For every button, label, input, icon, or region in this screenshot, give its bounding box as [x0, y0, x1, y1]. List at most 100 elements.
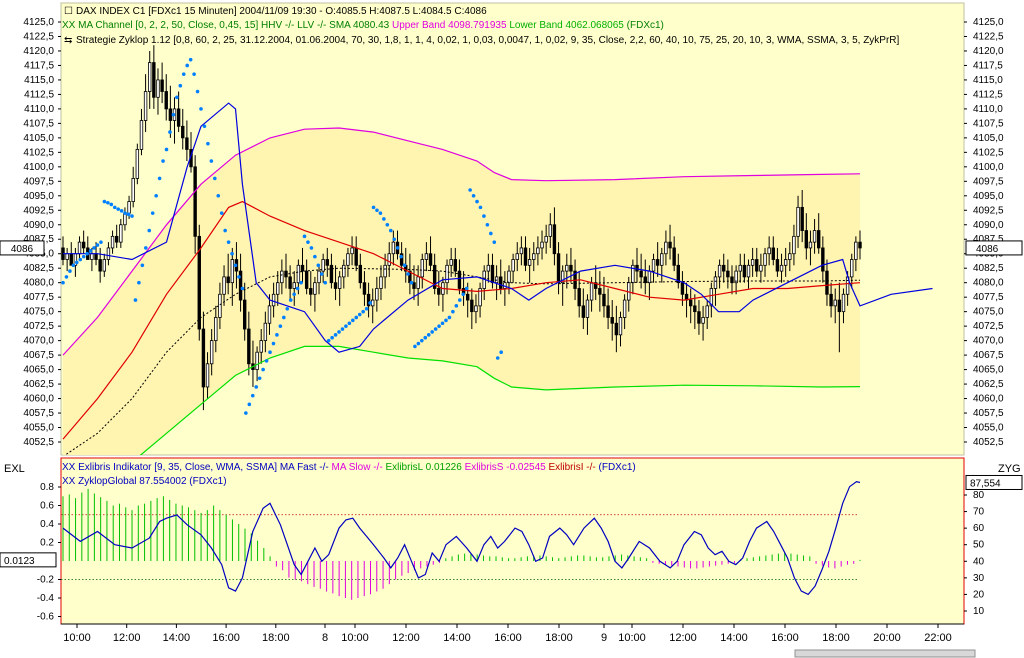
sar-dot: [499, 350, 503, 355]
sar-dot: [495, 356, 500, 360]
candle-body: [325, 259, 329, 266]
sar-dot: [102, 199, 107, 204]
candle-body: [726, 270, 730, 278]
sar-dot: [71, 263, 76, 268]
price-tick-left: 4122,5: [23, 31, 54, 42]
candle-body: [833, 299, 837, 307]
candle-body: [379, 276, 383, 289]
candle-body: [544, 235, 548, 243]
time-tick: 12:00: [392, 632, 420, 644]
price-tick-right: 4080,0: [973, 278, 1004, 289]
exl-tick: 0.6: [40, 501, 54, 512]
candle-body: [792, 235, 796, 255]
candle-body: [755, 259, 759, 272]
price-tick-right: 4082,5: [973, 263, 1004, 274]
sar-dot: [99, 240, 103, 244]
candle-body: [565, 264, 569, 272]
chart-canvas: 4125,0 4125,0 4122,5 4122,5 4120,0 4120,0 4117…: [0, 0, 1024, 658]
candle-body: [796, 206, 800, 237]
price-tick-left: 4105,0: [23, 133, 54, 144]
sar-dot: [344, 324, 348, 328]
candle-body: [168, 108, 173, 121]
candle-body: [825, 270, 829, 295]
sar-dot: [361, 309, 365, 314]
price-tick-left: 4120,0: [23, 46, 54, 57]
candle-body: [350, 247, 354, 255]
sar-dot: [130, 214, 134, 218]
time-tick: 18:00: [822, 632, 850, 644]
time-tick: 9: [601, 632, 607, 644]
time-tick: 10:00: [63, 632, 91, 644]
candle-body: [527, 259, 532, 266]
header-line2-part-0: XX MA Channel [0, 2, 2, 50, Close, 0,45,…: [62, 20, 392, 31]
candle-body: [783, 259, 788, 266]
candle-body: [354, 247, 358, 266]
candle-body: [214, 317, 218, 342]
sar-dot: [268, 350, 272, 355]
candle-body: [383, 264, 387, 278]
candle-body: [437, 288, 441, 295]
candle-body: [263, 322, 268, 342]
time-scrollbar[interactable]: [794, 649, 976, 658]
candle: [135, 143, 140, 185]
zyg-tick: 40: [973, 556, 985, 567]
candle-body: [333, 282, 338, 289]
sar-dot: [95, 243, 100, 247]
candle-body: [276, 282, 280, 295]
price-tick-right: 4095,0: [973, 191, 1004, 202]
sar-dot: [137, 280, 141, 285]
price-tick-left: 4102,5: [23, 147, 54, 158]
candle-body: [499, 276, 503, 289]
price-tick-right: 4112,5: [973, 89, 1003, 100]
sar-dot: [216, 193, 221, 198]
header-line2: XX MA Channel [0, 2, 2, 50, Close, 0,45,…: [62, 20, 664, 31]
price-tick-right: 4060,0: [973, 394, 1004, 405]
candle-body: [850, 259, 854, 278]
price-tick-left: 4070,0: [23, 336, 54, 347]
sar-dot: [192, 72, 196, 76]
sar-dot: [154, 193, 158, 198]
time-tick: 12:00: [669, 632, 697, 644]
header-icon: ☐: [64, 6, 73, 17]
candle-body: [507, 270, 511, 284]
candle-body: [763, 253, 767, 266]
candle-body: [775, 259, 780, 272]
sar-dot: [475, 199, 479, 204]
candle-body: [515, 253, 519, 260]
candle-body: [779, 264, 784, 272]
price-tick-right: 4070,0: [973, 336, 1004, 347]
candle-body: [230, 259, 235, 284]
candle-body: [672, 247, 676, 266]
candle-body: [556, 253, 561, 284]
candle-body: [94, 253, 98, 260]
price-tick-right: 4115,0: [973, 75, 1003, 86]
candle-body: [346, 253, 350, 266]
candle-body: [420, 259, 424, 278]
candle-body: [424, 253, 429, 260]
candle-body: [577, 288, 581, 307]
sar-dot: [388, 228, 393, 233]
sar-dot: [75, 260, 79, 265]
sar-dot: [406, 272, 410, 276]
panel-label-right: ZYG: [998, 463, 1021, 475]
candle-body: [81, 241, 86, 249]
candle-body: [181, 125, 185, 139]
candle-body: [688, 299, 693, 307]
price-tick-left: 4080,0: [23, 278, 54, 289]
price-tick-right: 4075,0: [973, 307, 1004, 318]
candle-body: [247, 328, 251, 365]
candle-body: [255, 351, 259, 370]
indicator-header-line1-part-2: ExlibrisL 0.01226: [385, 462, 464, 473]
candle-body: [713, 276, 718, 289]
candle-body: [771, 247, 775, 260]
price-tick-left: 4077,5: [23, 292, 54, 303]
candle-body: [532, 253, 536, 260]
price-tick-right: 4110,0: [973, 104, 1003, 115]
candle-body: [693, 305, 697, 313]
header-line1: DAX INDEX C1 [FDXc1 15 Minuten] 2004/11/…: [76, 6, 487, 17]
candle-body: [705, 305, 709, 318]
sar-dot: [271, 341, 276, 346]
candle-body: [362, 282, 367, 295]
time-tick: 22:00: [924, 632, 952, 644]
price-tick-left: 4060,0: [23, 394, 54, 405]
